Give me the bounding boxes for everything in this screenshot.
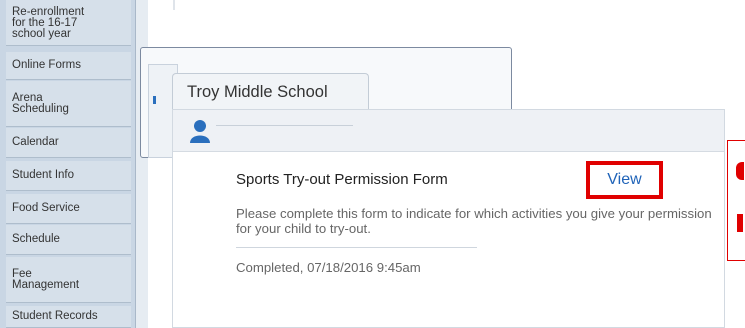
sidebar-item-schedule[interactable]: Schedule (6, 225, 131, 255)
sidebar-item-arena-scheduling[interactable]: Arena Scheduling (6, 81, 131, 127)
school-tab[interactable]: Troy Middle School (172, 73, 369, 110)
header-line (216, 125, 353, 126)
sidebar-item-label: Schedule (12, 233, 60, 245)
sidebar-item-label: Food Service (12, 202, 80, 214)
sidebar-item-label: Online Forms (12, 59, 82, 71)
sidebar-item-label: Arena Scheduling (12, 91, 69, 115)
sidebar-item-food-service[interactable]: Food Service (6, 194, 131, 224)
sidebar-item-label: Re-enrollment for the 16-17 school year (12, 6, 85, 40)
sidebar-item-label: Student Records (12, 310, 98, 322)
annotation-mark (736, 162, 744, 180)
sidebar-item-student-info[interactable]: Student Info (6, 161, 131, 191)
sidebar-item-re-enrollment[interactable]: Re-enrollment for the 16-17 school year (6, 0, 131, 46)
view-link[interactable]: View (607, 171, 641, 189)
view-highlight: View (586, 161, 663, 199)
sidebar-item-label: Calendar (12, 136, 59, 148)
form-title: Sports Try-out Permission Form (236, 171, 448, 188)
sidebar-item-fee-management[interactable]: Fee Management (6, 257, 131, 303)
sidebar-item-label: Fee Management (12, 267, 80, 291)
divider (236, 247, 477, 248)
sidebar-item-calendar[interactable]: Calendar (6, 128, 131, 158)
sidebar-item-label: Student Info (12, 169, 75, 181)
card-header (173, 110, 724, 152)
person-icon (190, 120, 210, 143)
form-card: Sports Try-out Permission Form View Plea… (172, 109, 725, 328)
top-divider (173, 0, 175, 10)
annotation-mark (737, 214, 743, 232)
background-accent (153, 96, 156, 104)
form-description: Please complete this form to indicate fo… (236, 206, 712, 236)
sidebar: Re-enrollment for the 16-17 school year … (0, 0, 136, 328)
annotation-box (727, 140, 745, 261)
sidebar-item-student-records[interactable]: Student Records (6, 306, 131, 328)
form-status: Completed, 07/18/2016 9:45am (236, 260, 421, 275)
sidebar-item-online-forms[interactable]: Online Forms (6, 52, 131, 80)
